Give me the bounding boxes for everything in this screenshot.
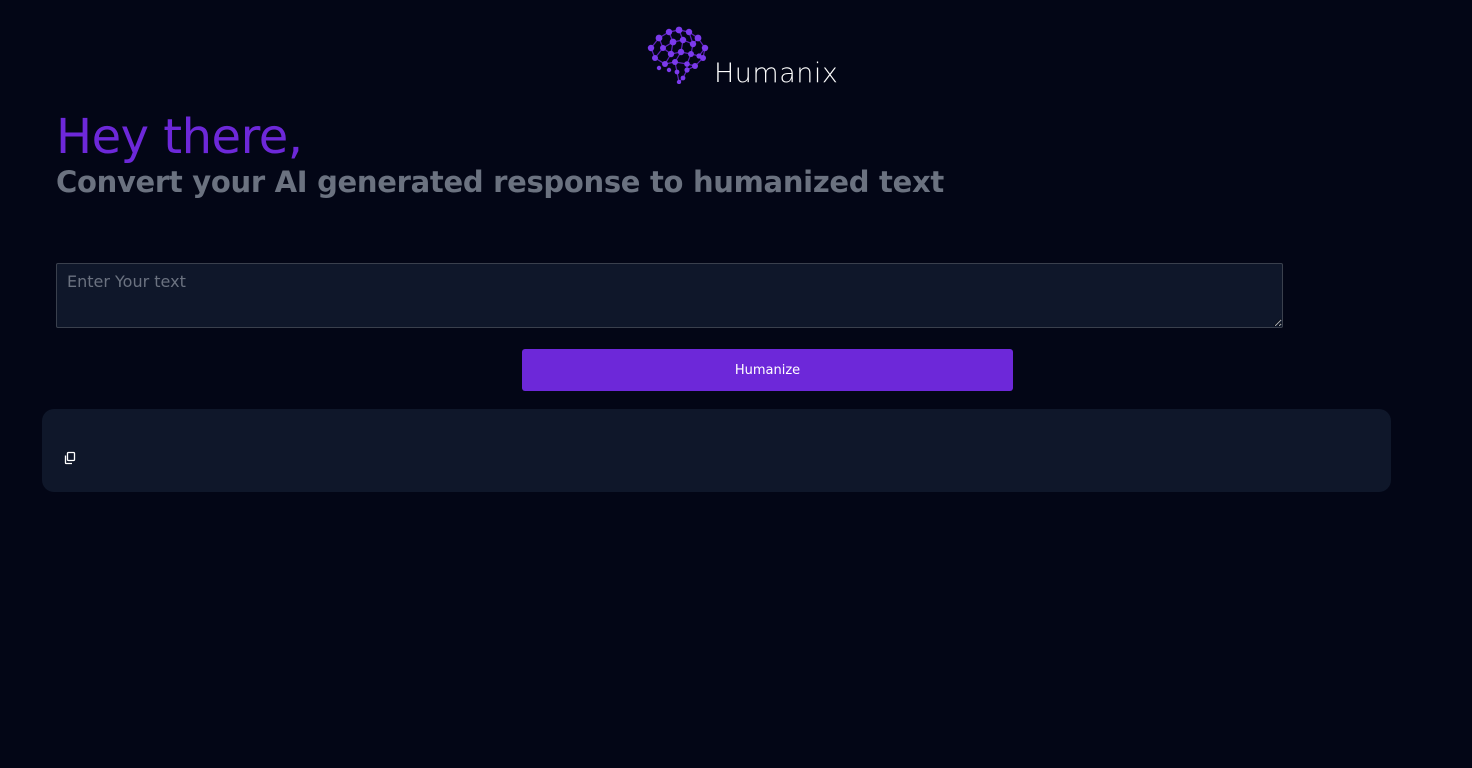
humanize-button[interactable]: Humanize (522, 349, 1013, 391)
greeting-heading: Hey there, (56, 109, 303, 165)
output-panel (42, 409, 1391, 492)
copy-icon[interactable] (63, 450, 77, 465)
brain-network-icon (647, 26, 709, 84)
page: Humanix Hey there, Convert your AI gener… (0, 0, 1472, 768)
page-subtitle: Convert your AI generated response to hu… (56, 165, 944, 199)
brand-name: Humanix (714, 58, 839, 89)
text-input[interactable] (56, 263, 1283, 328)
brand-logo: Humanix (643, 24, 843, 96)
